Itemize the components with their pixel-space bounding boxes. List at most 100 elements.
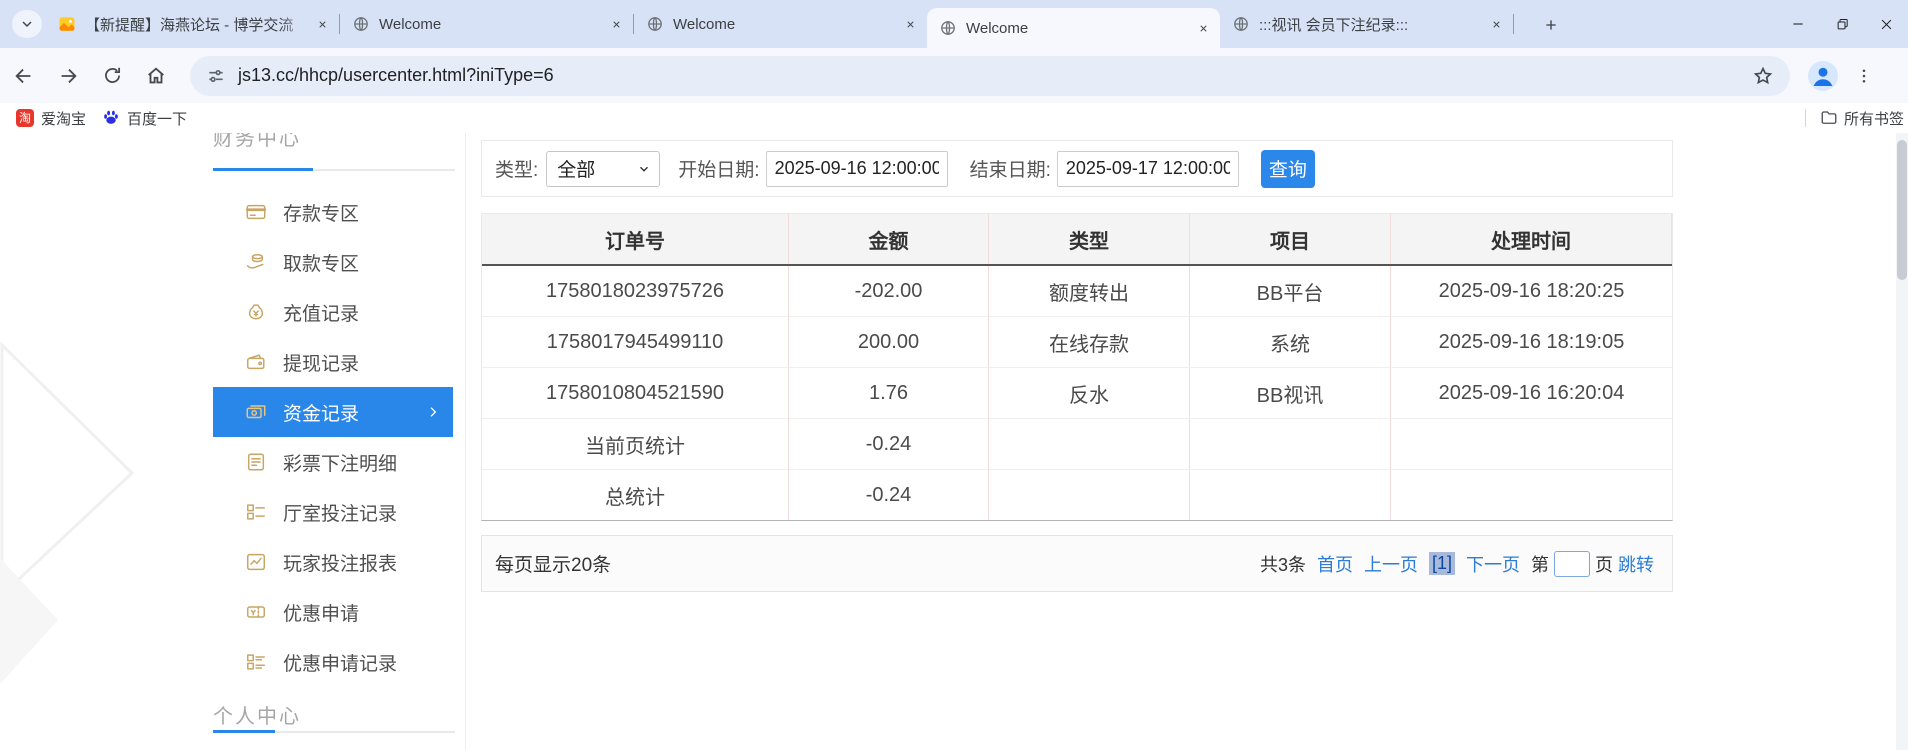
url-text[interactable]: js13.cc/hhcp/usercenter.html?iniType=6	[238, 65, 1750, 86]
recharge-bag-icon	[245, 301, 267, 323]
sidebar-item-7[interactable]: 厅室投注记录	[213, 487, 453, 537]
promo-grid-icon	[245, 651, 267, 673]
table-row-2: 1758017945499110 200.00 在线存款 系统 2025-09-16 1…	[482, 317, 1672, 368]
search-button[interactable]: 查询	[1260, 149, 1315, 188]
new-tab-button[interactable]	[1538, 12, 1564, 38]
back-button[interactable]	[4, 56, 44, 96]
filter-bar: 类型: 全部 开始日期: 结束日期: 查询	[481, 140, 1673, 197]
chevron-right-icon	[425, 404, 441, 420]
sidebar-item-8[interactable]: 玩家投注报表	[213, 537, 453, 587]
all-bookmarks-button[interactable]: 所有书签	[1820, 108, 1904, 129]
jump-action-link[interactable]: 跳转	[1618, 551, 1654, 577]
site-settings-icon[interactable]	[206, 66, 226, 86]
bookmark-label: 百度一下	[127, 110, 188, 128]
current-page-indicator[interactable]: [1]	[1428, 552, 1455, 575]
bookmarks-bar: 淘爱淘宝 百度一下 所有书签	[0, 103, 1908, 133]
chevron-down-icon	[640, 166, 649, 172]
tab-search-button[interactable]	[12, 10, 42, 38]
sidebar-item-3[interactable]: 充值记录	[213, 287, 453, 337]
sidebar-item-6[interactable]: 彩票下注明细	[213, 437, 453, 487]
deposit-card-icon	[245, 201, 267, 223]
reload-button[interactable]	[92, 56, 132, 96]
sidebar-rule-accent	[213, 730, 275, 733]
minimize-button[interactable]	[1776, 0, 1820, 48]
bookmark-star-button[interactable]	[1750, 63, 1776, 89]
taobao-icon: 淘	[16, 109, 34, 127]
globe-favicon	[646, 15, 664, 33]
scrollbar-thumb[interactable]	[1897, 140, 1907, 280]
chevron-down-icon	[22, 21, 32, 28]
sidebar-item-10[interactable]: 优惠申请记录	[213, 637, 453, 687]
table-cell: 反水	[989, 368, 1190, 418]
wallet-icon	[245, 351, 267, 373]
close-icon	[1881, 19, 1891, 29]
type-select-value: 全部	[557, 160, 596, 181]
table-cell: 总统计	[482, 470, 789, 520]
page-jump-input[interactable]	[1554, 550, 1590, 577]
table-header-cell: 处理时间	[1391, 214, 1672, 264]
end-date-input[interactable]	[1056, 150, 1239, 187]
forward-button[interactable]	[48, 56, 88, 96]
prev-page-link[interactable]: 上一页	[1364, 551, 1418, 577]
table-cell	[1391, 419, 1672, 469]
tab-close-button[interactable]	[901, 15, 919, 33]
table-row-5: 总统计 -0.24	[482, 470, 1672, 520]
type-label: 类型:	[495, 160, 539, 181]
minimize-icon	[1793, 23, 1803, 25]
table-cell	[989, 419, 1190, 469]
profile-avatar[interactable]	[1808, 60, 1838, 91]
table-cell	[1190, 470, 1391, 520]
sidebar-item-label: 资金记录	[283, 403, 360, 425]
table-cell: 1758018023975726	[482, 266, 789, 316]
window-controls	[1776, 0, 1908, 48]
bookmark-item-2[interactable]: 百度一下	[102, 108, 187, 129]
folder-icon	[1821, 111, 1837, 124]
home-icon	[148, 66, 164, 83]
sidebar-item-label: 优惠申请记录	[283, 653, 398, 675]
tabs-container: 【新提醒】海燕论坛 - 博学交流 Welcome Welcome Welcome:::…	[46, 0, 1514, 48]
sidebar-item-2[interactable]: 取款专区	[213, 237, 453, 287]
home-button[interactable]	[136, 56, 176, 96]
table-cell	[1190, 419, 1391, 469]
sidebar-item-label: 厅室投注记录	[283, 503, 398, 525]
page-content: 财务中心 存款专区 取款专区 充值记录 提现记录资金记录彩票下注明细厅室投注记录玩家投…	[0, 133, 1908, 750]
browser-tab-4[interactable]: Welcome	[927, 8, 1220, 48]
table-cell: 1758017945499110	[482, 317, 789, 367]
browser-tab-2[interactable]: Welcome	[340, 0, 633, 48]
sidebar-item-4[interactable]: 提现记录	[213, 337, 453, 387]
sidebar-section-finance: 财务中心	[213, 133, 301, 150]
table-cell: 2025-09-16 18:20:25	[1438, 279, 1625, 302]
browser-tab-5[interactable]: :::视讯 会员下注纪录:::	[1220, 0, 1513, 48]
table-header-row: 订单号 金额 类型 项目 处理时间	[482, 214, 1672, 266]
browser-tab-1[interactable]: 【新提醒】海燕论坛 - 博学交流	[46, 0, 339, 48]
sidebar-menu: 存款专区 取款专区 充值记录 提现记录 资金记录 彩票下注明细 厅室投注记录 玩家投注报表 优惠…	[213, 187, 453, 687]
table-cell: 1758010804521590	[482, 368, 789, 418]
tab-close-button[interactable]	[313, 15, 331, 33]
first-page-link[interactable]: 首页	[1317, 551, 1353, 577]
baidu-paw-icon	[104, 110, 118, 124]
page-jump-group: 第 页 跳转	[1531, 550, 1654, 577]
table-cell: -0.24	[789, 419, 989, 469]
start-date-input[interactable]	[765, 150, 948, 187]
browser-menu-button[interactable]	[1852, 61, 1876, 91]
restore-button[interactable]	[1820, 0, 1864, 48]
plus-icon	[1546, 20, 1556, 30]
table-cell: BB视讯	[1190, 368, 1391, 418]
sidebar-item-5[interactable]: 资金记录	[213, 387, 453, 437]
pagination-bar: 每页显示20条 共3条 首页 上一页 [1] 下一页 第 页 跳转	[481, 535, 1673, 592]
browser-tab-3[interactable]: Welcome	[634, 0, 927, 48]
jump-suffix-label: 页	[1595, 554, 1613, 575]
sidebar-item-9[interactable]: 优惠申请	[213, 587, 453, 637]
close-window-button[interactable]	[1864, 0, 1908, 48]
end-date-label: 结束日期:	[969, 160, 1051, 181]
bookmark-item-1[interactable]: 淘爱淘宝	[16, 108, 86, 129]
next-page-link[interactable]: 下一页	[1466, 551, 1520, 577]
globe-favicon	[939, 19, 957, 37]
tab-close-button[interactable]	[1487, 15, 1505, 33]
sidebar-item-1[interactable]: 存款专区	[213, 187, 453, 237]
withdraw-hand-icon	[245, 251, 267, 273]
address-bar[interactable]: js13.cc/hhcp/usercenter.html?iniType=6	[190, 55, 1790, 96]
tab-close-button[interactable]	[607, 15, 625, 33]
type-select[interactable]: 全部	[546, 150, 661, 187]
tab-close-button[interactable]	[1194, 19, 1212, 37]
